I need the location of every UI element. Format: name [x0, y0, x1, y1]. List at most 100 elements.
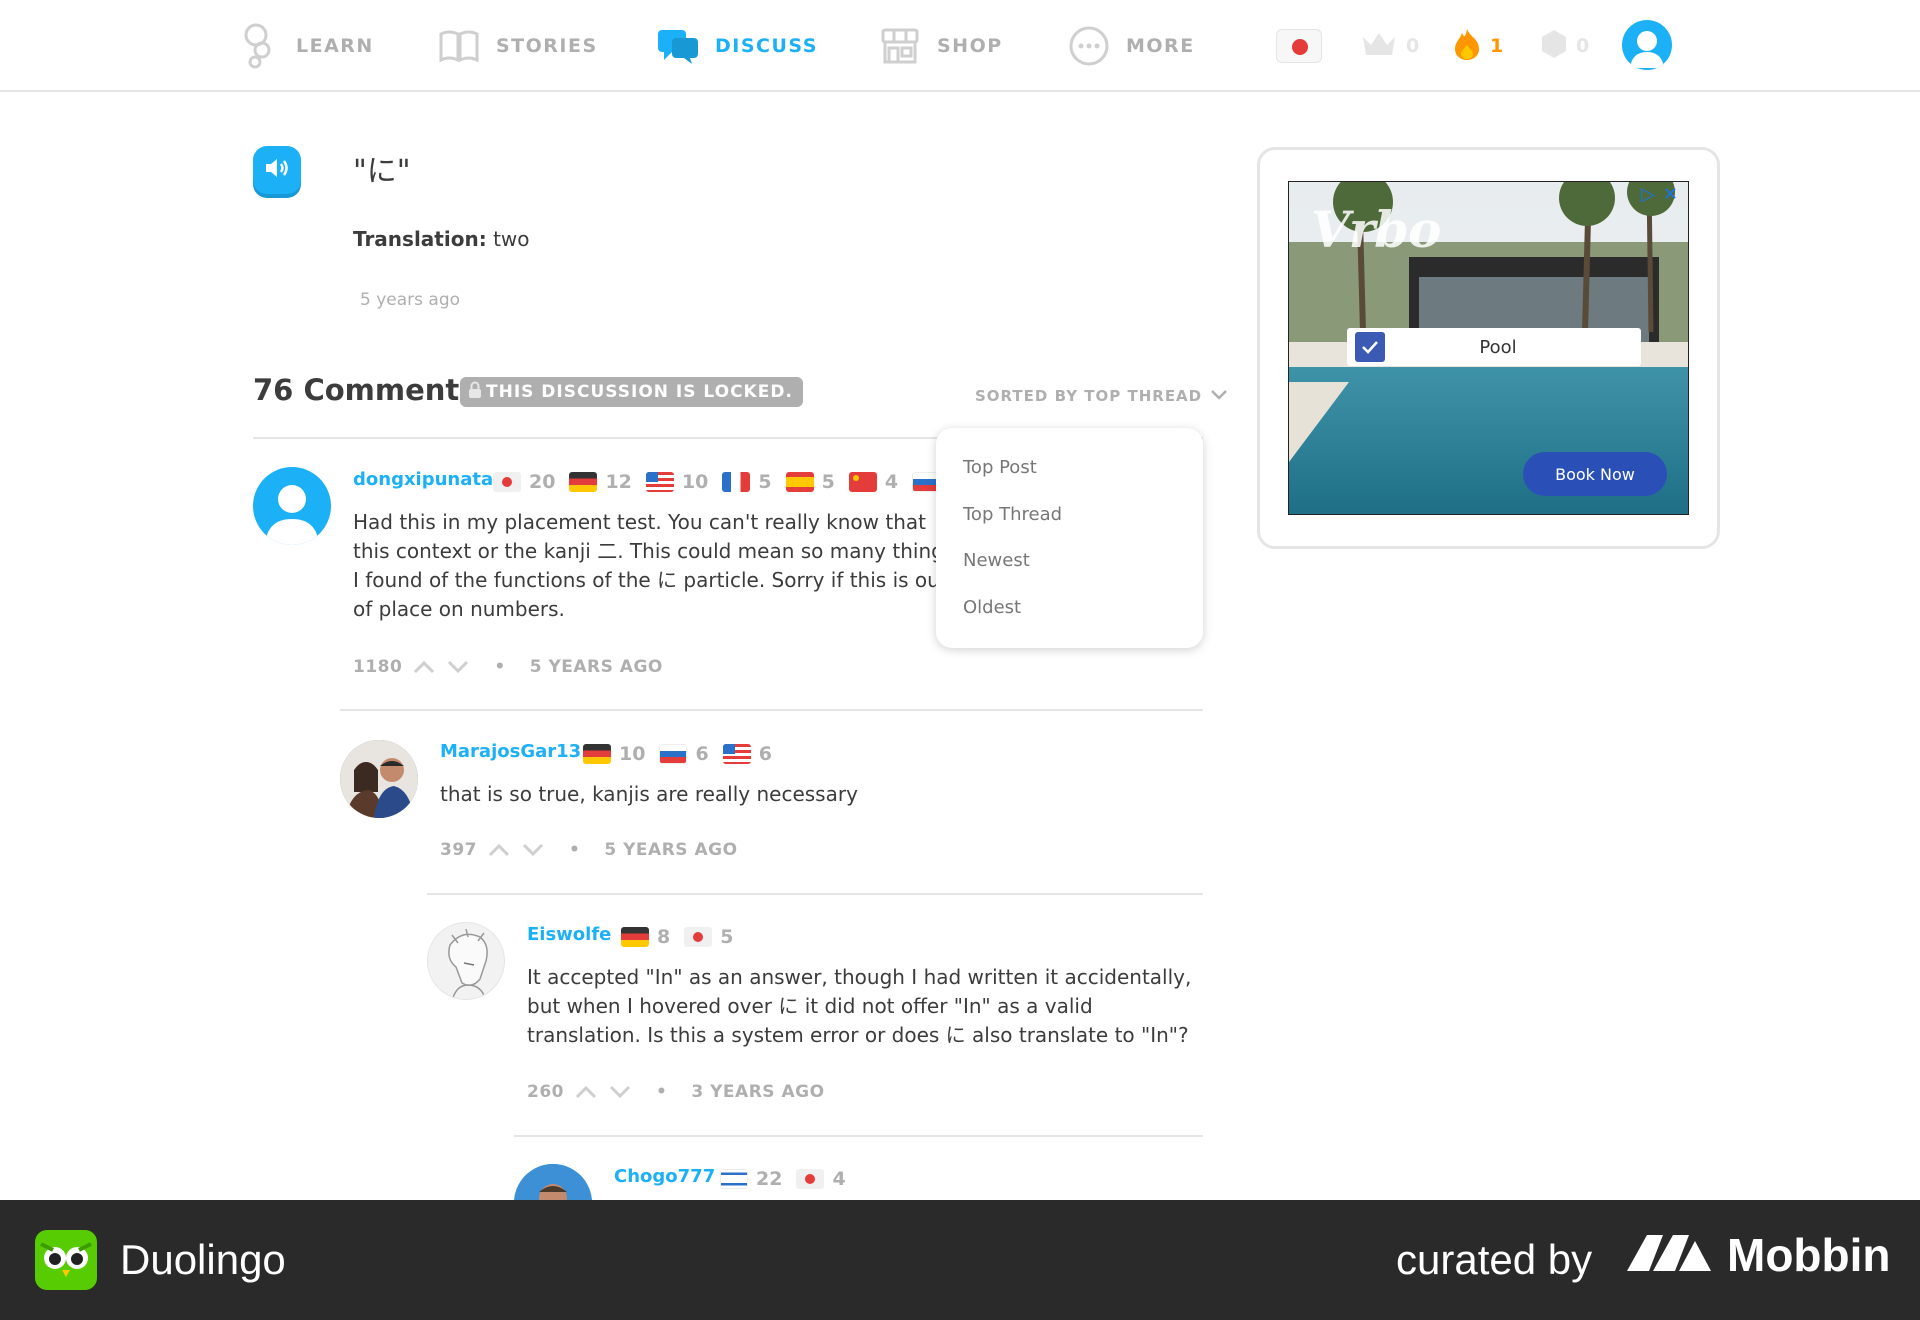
sort-option-top-post[interactable]: Top Post: [963, 457, 1037, 478]
avatar[interactable]: [340, 740, 418, 818]
japan-flag-icon: [796, 1169, 825, 1189]
ad-brand-logo: Vrbo: [1311, 200, 1441, 259]
avatar[interactable]: [253, 467, 331, 545]
upvote-icon[interactable]: [412, 659, 436, 675]
footer-bar: Duolingo curated by Mobbin: [0, 1200, 1920, 1320]
sort-label: SORTED BY TOP THREAD: [975, 387, 1203, 405]
chevron-down-icon: [1210, 387, 1228, 405]
comment-username[interactable]: Chogo777: [614, 1166, 715, 1187]
nav-discuss[interactable]: DISCUSS: [655, 22, 818, 70]
language-flags: 22 4: [720, 1168, 846, 1190]
comment-meta: 260 • 3 YEARS AGO: [527, 1082, 825, 1102]
flag-item: 22: [720, 1168, 782, 1190]
sort-menu: Top Post Top Thread Newest Oldest: [936, 428, 1203, 648]
nav-shop[interactable]: SHOP: [877, 22, 1003, 70]
flag-count: 6: [695, 743, 709, 765]
separator-dot: •: [569, 840, 581, 860]
flag-item: 6: [659, 743, 709, 765]
translation-label: Translation:: [353, 227, 487, 251]
germany-flag-icon: [569, 472, 598, 492]
flag-count: 22: [756, 1168, 783, 1190]
flag-count: 10: [681, 471, 709, 493]
nav-discuss-label: DISCUSS: [715, 35, 818, 57]
comments-title: 76 Comments: [253, 373, 477, 407]
speaker-icon: [264, 157, 290, 183]
comment-time: 5 YEARS AGO: [529, 657, 663, 677]
flag-item: 5: [785, 471, 835, 493]
separator-dot: •: [656, 1082, 668, 1102]
play-audio-button[interactable]: [253, 146, 301, 194]
flag-item: 8: [621, 926, 670, 948]
china-flag-icon: [848, 472, 877, 492]
comment-username[interactable]: Eiswolfe: [527, 924, 611, 945]
downvote-icon[interactable]: [521, 842, 545, 858]
japan-flag-icon: [493, 472, 521, 492]
flag-item: 20: [493, 471, 555, 493]
comment-time: 3 YEARS AGO: [691, 1082, 825, 1102]
more-icon: [1066, 23, 1112, 69]
comment-username[interactable]: MarajosGar13: [440, 741, 581, 762]
language-flags: 10 6 6: [583, 743, 772, 765]
avatar[interactable]: [427, 922, 505, 1000]
sort-option-newest[interactable]: Newest: [963, 550, 1030, 571]
footer-brand: Mobbin: [1625, 1228, 1891, 1282]
sort-option-top-thread[interactable]: Top Thread: [963, 504, 1062, 525]
fire-icon: [1452, 27, 1482, 66]
flag-count: 4: [884, 471, 899, 493]
spain-flag-icon: [785, 472, 814, 492]
translation: Translation: two: [353, 227, 530, 251]
footer-app-name: Duolingo: [120, 1236, 286, 1283]
divider: [427, 893, 1203, 895]
upvote-icon[interactable]: [574, 1084, 598, 1100]
ad-feature-chip[interactable]: Pool: [1347, 328, 1641, 366]
ad-chip-label: Pool: [1479, 336, 1517, 358]
flag-count: 10: [619, 743, 646, 765]
nav-more[interactable]: MORE: [1066, 22, 1195, 70]
nav-stories[interactable]: STORIES: [436, 22, 598, 70]
germany-flag-icon: [583, 744, 611, 764]
comment-text: It accepted "In" as an answer, though I …: [527, 965, 1192, 1047]
ad-info-icon[interactable]: ▷: [1641, 184, 1655, 205]
profile-avatar[interactable]: [1622, 20, 1672, 70]
downvote-icon[interactable]: [608, 1084, 632, 1100]
divider: [514, 1135, 1203, 1137]
sentence-text: "に": [353, 154, 411, 189]
downvote-icon[interactable]: [446, 659, 470, 675]
russia-flag-icon: [659, 744, 688, 764]
vote-count: 260: [527, 1082, 564, 1102]
nav-learn[interactable]: LEARN: [236, 22, 374, 70]
footer-curated-by: curated by: [1396, 1236, 1593, 1283]
streak-counter[interactable]: 1: [1452, 24, 1503, 68]
lock-icon: [468, 381, 482, 404]
ad-choices[interactable]: ▷ ✕: [1641, 184, 1678, 205]
nav-learn-label: LEARN: [296, 35, 374, 57]
sort-dropdown-toggle[interactable]: SORTED BY TOP THREAD: [975, 387, 1228, 405]
flag-count: 5: [720, 926, 734, 948]
ad-banner[interactable]: Vrbo ▷ ✕ Pool Book Now: [1288, 181, 1689, 515]
flag-count: 5: [821, 471, 835, 493]
learn-icon: [236, 23, 282, 69]
flag-item: 5: [722, 471, 772, 493]
japan-flag-icon: [1276, 29, 1322, 63]
nav-more-label: MORE: [1126, 35, 1195, 57]
crowns-count: 0: [1406, 35, 1420, 57]
close-icon[interactable]: ✕: [1663, 184, 1678, 205]
france-flag-icon: [722, 472, 751, 492]
upvote-icon[interactable]: [487, 842, 511, 858]
separator-dot: •: [494, 657, 506, 677]
book-now-button[interactable]: Book Now: [1523, 452, 1667, 496]
footer-brand-name: Mobbin: [1727, 1229, 1891, 1281]
comment-text: that is so true, kanjis are really neces…: [440, 782, 858, 806]
flag-item: 6: [722, 743, 772, 765]
flag-item: 4: [796, 1168, 846, 1190]
comment-username[interactable]: dongxipunata: [353, 469, 493, 490]
mobbin-logo-icon: [1625, 1231, 1713, 1279]
comment-meta: 397 • 5 YEARS AGO: [440, 840, 738, 860]
crowns-counter[interactable]: 0: [1360, 24, 1419, 68]
gems-counter[interactable]: 0: [1540, 24, 1589, 68]
language-selector[interactable]: [1276, 24, 1322, 68]
sort-option-oldest[interactable]: Oldest: [963, 597, 1021, 618]
flag-count: 6: [758, 743, 772, 765]
nav-shop-label: SHOP: [937, 35, 1003, 57]
language-flags: 20 12 10 5 5 4: [493, 471, 961, 493]
